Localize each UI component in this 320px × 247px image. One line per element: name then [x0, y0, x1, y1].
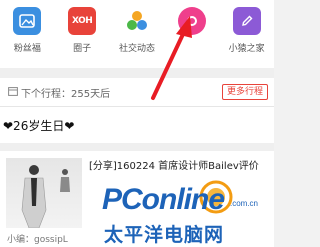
- group-badge-text: XOH: [72, 16, 93, 26]
- watermark-domain: .com.cn: [230, 199, 259, 208]
- image-icon: [13, 7, 42, 35]
- watermark-cn-name: 太平洋电脑网: [104, 224, 225, 246]
- shortcut-group[interactable]: XOH 圈子: [55, 0, 109, 68]
- social-dots-icon: [122, 7, 151, 35]
- watermark-brand: PConline: [102, 183, 225, 216]
- post-author: 小编：gossipL: [7, 235, 68, 245]
- next-trip-text: 下个行程：255天后: [21, 89, 111, 100]
- shortcut-label: 圈子: [73, 44, 92, 54]
- shortcut-social[interactable]: 社交动态: [110, 0, 164, 68]
- post-thumbnail[interactable]: [6, 158, 82, 228]
- group-badge-icon: XOH: [68, 7, 97, 35]
- site-watermark: PConline .com.cn 太平洋电脑网: [92, 175, 274, 247]
- birthday-text: ❤26岁生日❤: [3, 119, 75, 133]
- shortcut-label: 粉丝福: [13, 44, 41, 54]
- section-divider: [0, 143, 274, 151]
- pink-circle-icon: [177, 7, 206, 35]
- shortcut-pink[interactable]: [165, 0, 219, 68]
- next-trip-bar: 下个行程：255天后 更多行程: [0, 78, 274, 107]
- shortcut-row: 粉丝福 XOH 圈子 社交动态 小猿之家: [0, 0, 274, 68]
- shortcut-fans[interactable]: 粉丝福: [0, 0, 54, 68]
- shortcut-label: 社交动态: [118, 44, 155, 54]
- more-trips-button[interactable]: 更多行程: [221, 84, 268, 100]
- birthday-item[interactable]: ❤26岁生日❤: [0, 107, 274, 143]
- shortcut-label: 小猿之家: [228, 44, 265, 54]
- post-title[interactable]: [分享]160224 首席设计师Bailev评价: [89, 157, 259, 172]
- section-divider: [0, 68, 274, 78]
- shortcut-home[interactable]: 小猿之家: [220, 0, 274, 68]
- edit-icon: [232, 7, 261, 35]
- calendar-icon: [8, 87, 18, 96]
